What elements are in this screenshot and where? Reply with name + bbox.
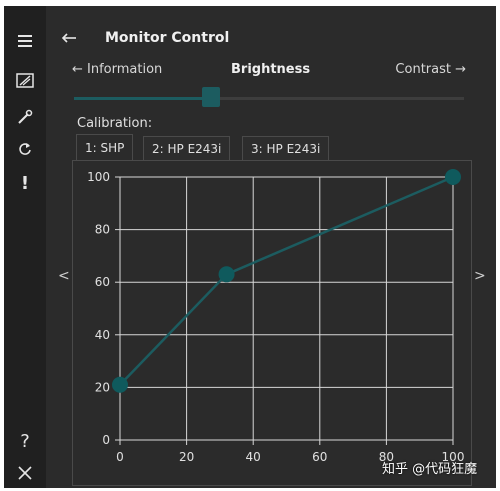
x-tick-label: 40 bbox=[246, 450, 261, 464]
y-tick-label: 0 bbox=[102, 433, 110, 447]
data-point[interactable] bbox=[218, 266, 235, 283]
y-tick-label: 20 bbox=[95, 380, 110, 394]
x-tick-label: 0 bbox=[116, 450, 124, 464]
data-point[interactable] bbox=[445, 169, 461, 185]
x-tick-label: 20 bbox=[179, 450, 194, 464]
calibration-chart[interactable]: 0 20 40 60 80 100020406080100 bbox=[4, 6, 496, 488]
y-tick-label: 40 bbox=[95, 328, 110, 342]
y-tick-label: 80 bbox=[95, 223, 110, 237]
data-point[interactable] bbox=[112, 376, 128, 393]
y-tick-label: 60 bbox=[95, 275, 110, 289]
watermark-text: 知乎 @代码狂魔 bbox=[382, 462, 478, 477]
plot-area bbox=[119, 176, 454, 441]
x-tick-label: 60 bbox=[312, 450, 327, 464]
y-tick-label: 100 bbox=[87, 170, 110, 184]
app-window: ! ? Monitor Control ← Information Bright… bbox=[4, 6, 496, 488]
